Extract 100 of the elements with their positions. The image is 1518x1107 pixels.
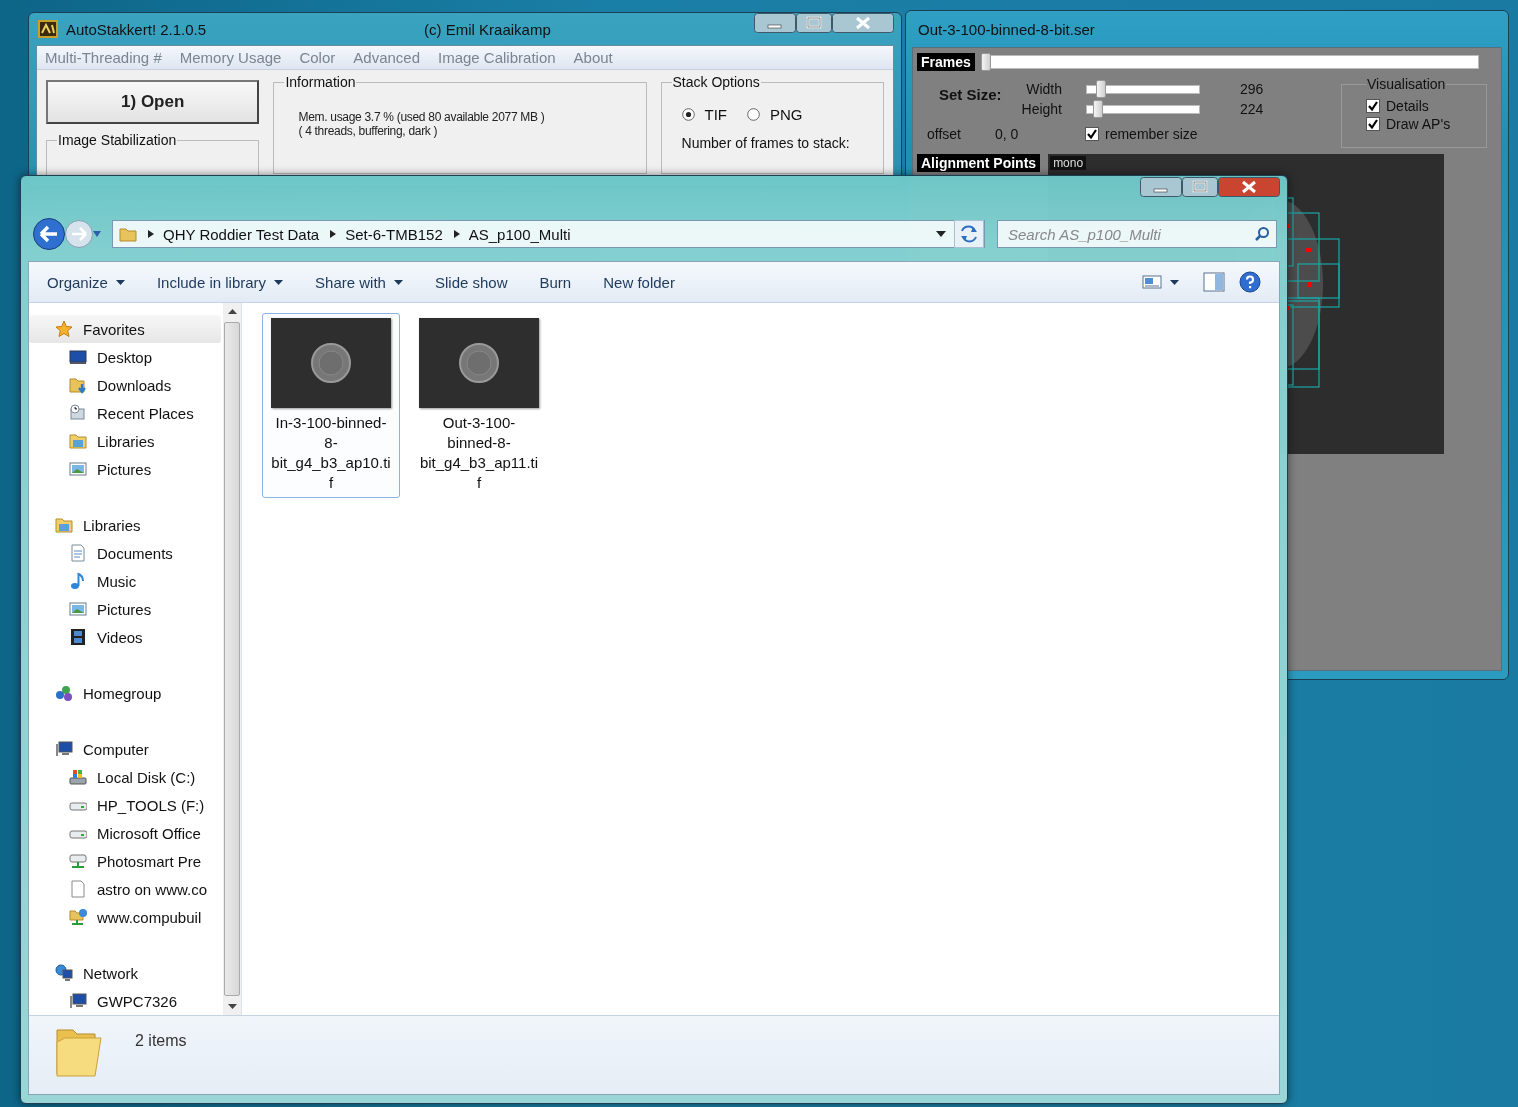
toolbar-button[interactable]: Share with: [309, 269, 409, 295]
item-count: 2 items: [135, 1032, 187, 1050]
slider-thumb[interactable]: [980, 53, 991, 71]
picture-icon: [69, 600, 87, 618]
checkbox[interactable]: [1366, 117, 1380, 131]
group-title: Image Stabilization: [57, 132, 178, 148]
checkbox[interactable]: [1366, 99, 1380, 113]
network-folder-icon: [69, 908, 87, 926]
radio-label: TIF: [704, 106, 727, 123]
toolbar-button[interactable]: Slide show: [428, 269, 514, 295]
value-text: 224: [1240, 101, 1264, 117]
nav-item[interactable]: Computer: [29, 735, 223, 763]
checkbox-label: remember size: [1105, 126, 1198, 142]
nav-item[interactable]: Network: [29, 959, 223, 987]
dropdown-caret-icon: [393, 279, 403, 285]
slider[interactable]: [1086, 80, 1200, 98]
nav-item[interactable]: Homegroup: [29, 679, 223, 707]
checkbox[interactable]: [1085, 127, 1099, 141]
slider-thumb[interactable]: [1096, 80, 1107, 98]
film-strip-icon: [69, 628, 87, 646]
nav-item[interactable]: Pictures: [29, 455, 223, 483]
search-box[interactable]: Search AS_p100_Multi: [997, 220, 1277, 249]
nav-item[interactable]: Downloads: [29, 371, 223, 399]
nav-item[interactable]: Pictures: [29, 595, 223, 623]
star-icon: [55, 320, 73, 338]
maximize-button[interactable]: [796, 13, 832, 33]
mode-tag: mono: [1050, 156, 1087, 170]
view-options-icon[interactable]: [1142, 274, 1162, 290]
nav-item[interactable]: www.compubuil: [29, 903, 223, 931]
section-label: Frames: [917, 53, 975, 71]
dropdown-caret-icon[interactable]: [936, 231, 946, 238]
nav-item[interactable]: Desktop: [29, 343, 223, 371]
author-credit: (c) Emil Kraaikamp: [424, 20, 551, 38]
nav-item[interactable]: Local Disk (C:): [29, 763, 223, 791]
file-item[interactable]: In-3-100-binned-8-bit_g4_b3_ap10.tif: [262, 313, 400, 498]
nav-item[interactable]: Videos: [29, 623, 223, 651]
dropdown-caret-icon: [274, 279, 284, 285]
nav-item[interactable]: Favorites: [29, 315, 221, 343]
scroll-thumb[interactable]: [224, 322, 240, 996]
toolbar-button[interactable]: Include in library: [150, 269, 290, 295]
maximize-button[interactable]: [1182, 177, 1218, 197]
field-label: Width: [1025, 81, 1062, 97]
chevron-icon[interactable]: [147, 229, 155, 240]
system-drive-icon: [69, 768, 87, 786]
slider[interactable]: [980, 53, 1479, 71]
toolbar-button[interactable]: New folder: [597, 269, 681, 295]
monitor-icon: [69, 348, 87, 366]
slider[interactable]: [1086, 100, 1200, 118]
nav-item[interactable]: Libraries: [29, 511, 223, 539]
nav-item[interactable]: Music: [29, 567, 223, 595]
toolbar-button[interactable]: Organize: [41, 269, 131, 295]
info-text: ( 4 threads, buffering, dark ): [298, 124, 439, 138]
minimize-button[interactable]: [754, 13, 796, 33]
radio-button[interactable]: [681, 108, 695, 121]
address-bar[interactable]: QHY Roddier Test Data Set-6-TMB152 AS_p100_Multi: [112, 220, 985, 249]
field-label: Set Size:: [939, 86, 1002, 103]
breadcrumb-item[interactable]: AS_p100_Multi: [468, 225, 571, 243]
disc-drawing: [311, 343, 351, 383]
field-label: Number of frames to stack:: [681, 135, 851, 151]
disc-drawing: [459, 343, 499, 383]
computer-icon: [69, 992, 87, 1010]
blank-file-icon: [69, 880, 87, 898]
chevron-icon[interactable]: [329, 229, 338, 240]
open-button[interactable]: 1) Open: [46, 80, 260, 124]
breadcrumb-item[interactable]: QHY Roddier Test Data: [163, 225, 320, 243]
breadcrumb-item[interactable]: Set-6-TMB152: [345, 225, 443, 243]
slider-thumb[interactable]: [1093, 100, 1104, 118]
dropdown-caret-icon[interactable]: [1170, 279, 1179, 285]
nav-item[interactable]: Microsoft Office: [29, 819, 223, 847]
toolbar-button[interactable]: Burn: [533, 269, 578, 295]
help-icon[interactable]: [1239, 271, 1261, 293]
nav-item[interactable]: Photosmart Pre: [29, 847, 223, 875]
minimize-button[interactable]: [1140, 177, 1182, 197]
chevron-icon[interactable]: [452, 229, 461, 240]
homegroup-icon: [55, 684, 73, 702]
nav-item[interactable]: Documents: [29, 539, 223, 567]
close-button[interactable]: [832, 13, 894, 33]
nav-item[interactable]: astro on www.co: [29, 875, 223, 903]
field-label: Height: [1021, 101, 1062, 117]
group-title: Stack Options: [671, 74, 761, 90]
dropdown-caret-icon: [115, 279, 125, 285]
history-caret-icon[interactable]: [92, 230, 102, 239]
section-label: Alignment Points: [917, 154, 1041, 172]
search-field[interactable]: Search AS_p100_Multi: [1008, 225, 1254, 243]
file-item[interactable]: Out-3-100-binned-8-bit_g4_b3_ap11.tif: [410, 313, 548, 498]
back-button[interactable]: [32, 217, 66, 252]
scrollbar[interactable]: [223, 303, 241, 1015]
field-label: offset: [927, 126, 962, 142]
nav-item[interactable]: GWPC7326: [29, 987, 223, 1015]
refresh-button[interactable]: [954, 220, 984, 249]
nav-item[interactable]: Libraries: [29, 427, 223, 455]
value-text: 0, 0: [995, 126, 1020, 142]
nav-item[interactable]: Recent Places: [29, 399, 223, 427]
window-title: AutoStakkert! 2.1.0.5: [66, 20, 207, 38]
close-button[interactable]: [1218, 177, 1280, 197]
nav-item[interactable]: HP_TOOLS (F:): [29, 791, 223, 819]
library-folder-icon: [69, 432, 87, 450]
radio-button[interactable]: [747, 108, 760, 121]
group-title: Visualisation: [1366, 76, 1447, 92]
library-folder-icon: [55, 516, 73, 534]
